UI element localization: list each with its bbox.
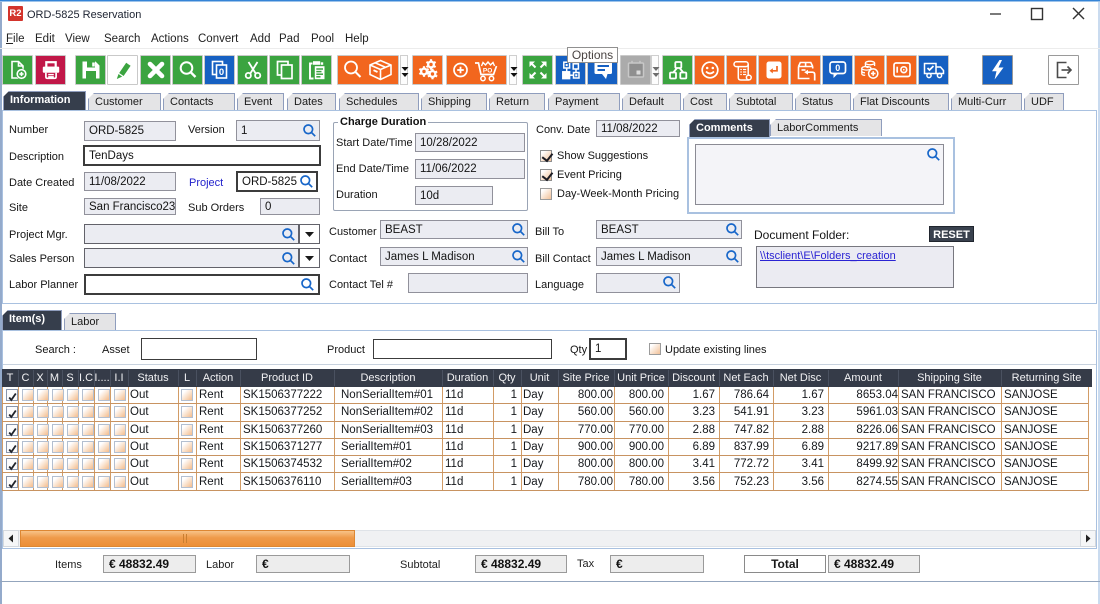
svg-text:0: 0 bbox=[218, 67, 223, 78]
svg-text:PO: PO bbox=[482, 67, 491, 74]
svg-text:0: 0 bbox=[835, 63, 840, 73]
